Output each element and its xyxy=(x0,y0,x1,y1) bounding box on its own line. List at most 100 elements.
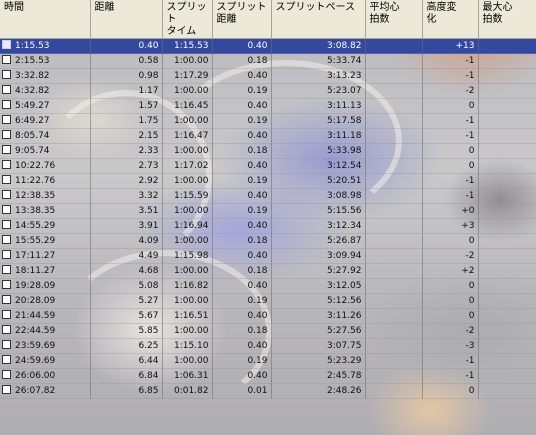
col-avg-hr-cell xyxy=(365,188,423,204)
col-split-distance-header[interactable]: スプリット 距離 xyxy=(212,0,272,39)
row-checkbox[interactable] xyxy=(2,340,11,349)
col-split-time-cell: 1:00.00 xyxy=(162,113,213,129)
row-checkbox[interactable] xyxy=(2,115,11,124)
table-row[interactable]: 4:32.82 1.17 1:00.00 0.19 5:23.07 -2 xyxy=(0,83,536,99)
table-row[interactable]: 24:59.69 6.44 1:00.00 0.19 5:23.29 -1 xyxy=(0,353,536,369)
table-row[interactable]: 20:28.09 5.27 1:00.00 0.19 5:12.56 0 xyxy=(0,293,536,309)
table-row[interactable]: 14:55.29 3.91 1:16.94 0.40 3:12.34 +3 xyxy=(0,218,536,234)
col-avg-hr-cell xyxy=(365,83,423,99)
col-split-distance-cell: 0.40 xyxy=(212,278,272,294)
col-avg-hr-cell xyxy=(365,143,423,159)
table-row[interactable]: 26:07.82 6.85 0:01.82 0.01 2:48.26 0 xyxy=(0,383,536,399)
col-split-time-cell: 1:00.00 xyxy=(162,323,213,339)
table-row[interactable]: 8:05.74 2.15 1:16.47 0.40 3:11.18 -1 xyxy=(0,128,536,144)
table-row[interactable]: 10:22.76 2.73 1:17.02 0.40 3:12.54 0 xyxy=(0,158,536,174)
time-value: 8:05.74 xyxy=(15,131,50,141)
col-split-time-header[interactable]: スプリット タイム xyxy=(162,0,213,39)
row-checkbox[interactable] xyxy=(2,280,11,289)
row-checkbox[interactable] xyxy=(2,295,11,304)
row-checkbox[interactable] xyxy=(2,265,11,274)
col-split-distance-cell: 0.18 xyxy=(212,233,272,249)
col-distance-cell: 4.09 xyxy=(90,233,163,249)
col-time-cell: 17:11.27 xyxy=(0,248,91,264)
time-value: 3:32.82 xyxy=(15,71,50,81)
col-avg-hr-cell xyxy=(365,38,423,54)
table-row[interactable]: 18:11.27 4.68 1:00.00 0.18 5:27.92 +2 xyxy=(0,263,536,279)
table-row[interactable]: 5:49.27 1.57 1:16.45 0.40 3:11.13 0 xyxy=(0,98,536,114)
col-avg-hr-cell xyxy=(365,368,423,384)
col-split-time-cell: 1:17.29 xyxy=(162,68,213,84)
col-max-hr-header[interactable]: 最大心 拍数 xyxy=(478,0,536,39)
col-avg-hr-cell xyxy=(365,293,423,309)
table-row[interactable]: 2:15.53 0.58 1:00.00 0.18 5:33.74 -1 xyxy=(0,53,536,69)
col-time-header[interactable]: 時間 xyxy=(0,0,91,39)
row-checkbox[interactable] xyxy=(2,175,11,184)
col-altitude-change-cell: 0 xyxy=(422,278,479,294)
row-checkbox[interactable] xyxy=(2,160,11,169)
col-altitude-change-header[interactable]: 高度変 化 xyxy=(422,0,479,39)
col-distance-cell: 2.15 xyxy=(90,128,163,144)
table-row[interactable]: 12:38.35 3.32 1:15.59 0.40 3:08.98 -1 xyxy=(0,188,536,204)
col-altitude-change-cell: +2 xyxy=(422,263,479,279)
row-checkbox[interactable] xyxy=(2,250,11,259)
col-split-time-cell: 1:15.98 xyxy=(162,248,213,264)
col-split-pace-header[interactable]: スプリットペース xyxy=(271,0,366,39)
row-checkbox[interactable] xyxy=(2,310,11,319)
col-distance-header[interactable]: 距離 xyxy=(90,0,163,39)
row-checkbox[interactable] xyxy=(2,325,11,334)
table-row[interactable]: 23:59.69 6.25 1:15.10 0.40 3:07.75 -3 xyxy=(0,338,536,354)
col-altitude-change-cell: -2 xyxy=(422,248,479,264)
col-split-distance-cell: 0.19 xyxy=(212,113,272,129)
table-row[interactable]: 1:15.53 0.40 1:15.53 0.40 3:08.82 +13 xyxy=(0,38,536,54)
col-split-time-cell: 1:00.00 xyxy=(162,53,213,69)
col-split-distance-cell: 0.40 xyxy=(212,338,272,354)
col-avg-hr-cell xyxy=(365,53,423,69)
col-split-pace-cell: 2:48.26 xyxy=(271,383,366,399)
row-checkbox[interactable] xyxy=(2,100,11,109)
table-row[interactable]: 13:38.35 3.51 1:00.00 0.19 5:15.56 +0 xyxy=(0,203,536,219)
col-distance-cell: 5.67 xyxy=(90,308,163,324)
row-checkbox[interactable] xyxy=(2,220,11,229)
laps-table: 時間 距離 スプリット タイム スプリット 距離 スプリットペース 平均心 拍数 高度変 化… xyxy=(0,0,536,399)
row-checkbox[interactable] xyxy=(2,370,11,379)
col-split-time-cell: 1:00.00 xyxy=(162,173,213,189)
col-time-cell: 26:07.82 xyxy=(0,383,91,399)
row-checkbox[interactable] xyxy=(2,190,11,199)
col-avg-hr-cell xyxy=(365,278,423,294)
table-row[interactable]: 22:44.59 5.85 1:00.00 0.18 5:27.56 -2 xyxy=(0,323,536,339)
row-checkbox[interactable] xyxy=(2,70,11,79)
table-row[interactable]: 6:49.27 1.75 1:00.00 0.19 5:17.58 -1 xyxy=(0,113,536,129)
row-checkbox[interactable] xyxy=(2,385,11,394)
table-row[interactable]: 11:22.76 2.92 1:00.00 0.19 5:20.51 -1 xyxy=(0,173,536,189)
row-checkbox[interactable] xyxy=(2,40,11,49)
table-row[interactable]: 26:06.00 6.84 1:06.31 0.40 2:45.78 -1 xyxy=(0,368,536,384)
table-row[interactable]: 19:28.09 5.08 1:16.82 0.40 3:12.05 0 xyxy=(0,278,536,294)
table-row[interactable]: 3:32.82 0.98 1:17.29 0.40 3:13.23 -1 xyxy=(0,68,536,84)
col-altitude-change-cell: 0 xyxy=(422,158,479,174)
table-row[interactable]: 15:55.29 4.09 1:00.00 0.18 5:26.87 0 xyxy=(0,233,536,249)
col-altitude-change-cell: 0 xyxy=(422,233,479,249)
row-checkbox[interactable] xyxy=(2,355,11,364)
col-distance-cell: 0.58 xyxy=(90,53,163,69)
col-split-pace-cell: 5:17.58 xyxy=(271,113,366,129)
col-avg-hr-header[interactable]: 平均心 拍数 xyxy=(365,0,423,39)
table-row[interactable]: 9:05.74 2.33 1:00.00 0.18 5:33.98 0 xyxy=(0,143,536,159)
col-time-cell: 10:22.76 xyxy=(0,158,91,174)
row-checkbox[interactable] xyxy=(2,145,11,154)
col-time-cell: 14:55.29 xyxy=(0,218,91,234)
col-altitude-change-cell: -2 xyxy=(422,323,479,339)
row-checkbox[interactable] xyxy=(2,130,11,139)
col-split-distance-cell: 0.01 xyxy=(212,383,272,399)
row-checkbox[interactable] xyxy=(2,85,11,94)
col-altitude-change-cell: +3 xyxy=(422,218,479,234)
table-row[interactable]: 21:44.59 5.67 1:16.51 0.40 3:11.26 0 xyxy=(0,308,536,324)
table-row[interactable]: 17:11.27 4.49 1:15.98 0.40 3:09.94 -2 xyxy=(0,248,536,264)
row-checkbox[interactable] xyxy=(2,235,11,244)
col-time-cell: 20:28.09 xyxy=(0,293,91,309)
col-split-time-cell: 1:00.00 xyxy=(162,143,213,159)
col-time-cell: 18:11.27 xyxy=(0,263,91,279)
row-checkbox[interactable] xyxy=(2,55,11,64)
row-checkbox[interactable] xyxy=(2,205,11,214)
time-value: 19:28.09 xyxy=(15,281,56,291)
col-max-hr-cell xyxy=(478,98,536,114)
